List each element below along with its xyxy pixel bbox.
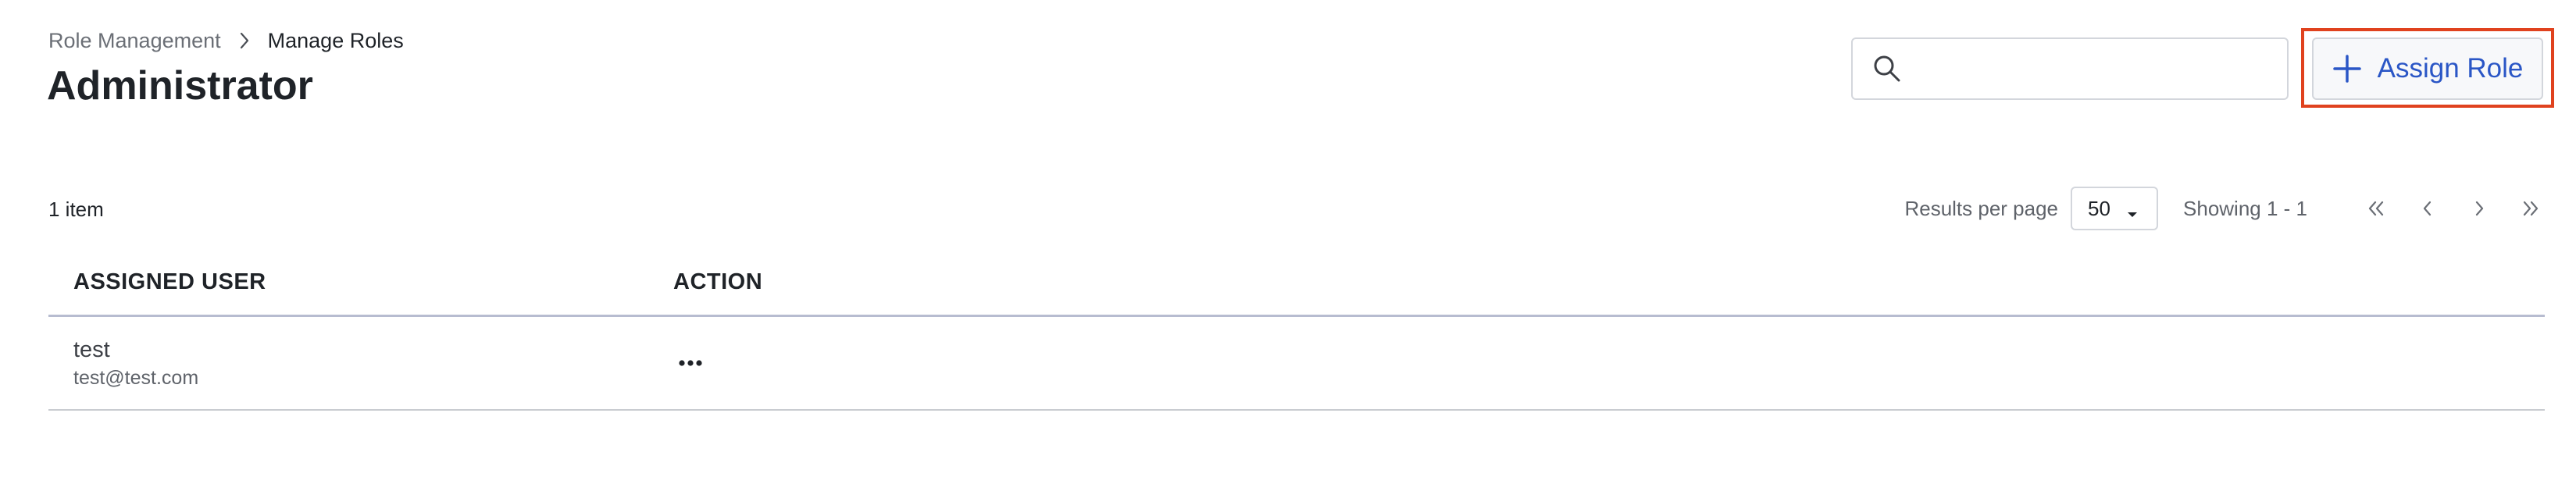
assign-role-button[interactable]: Assign Role	[2312, 37, 2543, 100]
table-row: test test@test.com	[48, 317, 2545, 411]
column-header-assigned-user[interactable]: ASSIGNED USER	[48, 269, 673, 295]
chevron-right-icon	[234, 27, 255, 55]
page-title: Administrator	[47, 63, 313, 109]
breadcrumb-link-role-management[interactable]: Role Management	[48, 27, 221, 55]
pagination: Results per page 50 Showing 1 - 1	[1904, 186, 2545, 231]
search-input[interactable]	[1914, 39, 2287, 98]
double-chevron-right-icon	[2523, 201, 2539, 216]
item-count: 1 item	[48, 198, 104, 221]
breadcrumb-current: Manage Roles	[267, 29, 404, 52]
first-page-button[interactable]	[2362, 194, 2390, 223]
table-header: ASSIGNED USER ACTION	[48, 250, 2545, 317]
results-per-page-select[interactable]: 50	[2071, 187, 2159, 230]
breadcrumb: Role Management Manage Roles	[48, 27, 404, 55]
user-email: test@test.com	[73, 367, 199, 389]
action-cell	[673, 347, 2545, 379]
user-name: test	[73, 337, 110, 362]
assign-role-label: Assign Role	[2377, 53, 2524, 84]
results-per-page-value: 50	[2088, 196, 2110, 220]
double-chevron-left-icon	[2368, 201, 2384, 216]
assigned-users-table: ASSIGNED USER ACTION test test@test.com	[48, 250, 2545, 411]
assigned-user-cell: test test@test.com	[48, 335, 673, 391]
showing-range: Showing 1 - 1	[2183, 196, 2307, 220]
previous-page-button[interactable]	[2414, 194, 2442, 223]
manage-roles-page: Role Management Manage Roles Administrat…	[0, 0, 2576, 495]
chevron-left-icon	[2423, 201, 2432, 216]
chevron-right-icon	[2475, 201, 2484, 216]
caret-down-icon	[2126, 202, 2139, 217]
results-per-page-label: Results per page	[1904, 196, 2059, 220]
search-icon	[1871, 53, 1903, 84]
plus-icon	[2332, 54, 2362, 84]
more-horizontal-icon	[679, 360, 702, 366]
row-actions-button[interactable]	[672, 347, 709, 379]
last-page-button[interactable]	[2517, 194, 2545, 223]
search-box[interactable]	[1851, 37, 2289, 100]
column-header-action: ACTION	[673, 269, 763, 294]
next-page-button[interactable]	[2465, 194, 2493, 223]
